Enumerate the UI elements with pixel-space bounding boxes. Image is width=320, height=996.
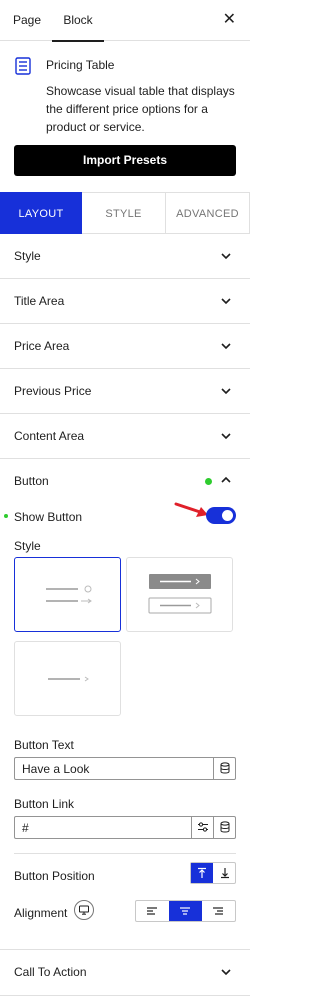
sidebar-tabs: Page Block ✕ xyxy=(0,0,250,42)
align-right-icon xyxy=(213,907,223,915)
panel-title-area[interactable]: Title Area xyxy=(0,279,250,324)
panel-label: Content Area xyxy=(14,429,85,443)
panel-label: Price Area xyxy=(14,339,70,353)
chevron-down-icon xyxy=(221,388,231,395)
pointer-arrow-icon xyxy=(174,502,208,517)
panel-button: Button Show Button Style Button Text Hav… xyxy=(0,459,250,950)
align-center-button[interactable] xyxy=(169,901,202,921)
align-right-button[interactable] xyxy=(202,901,235,921)
import-presets-button[interactable]: Import Presets xyxy=(14,145,236,176)
panel-label: Previous Price xyxy=(14,384,92,398)
align-top-icon xyxy=(198,867,206,878)
panel-content-area[interactable]: Content Area xyxy=(0,414,250,459)
button-link-input[interactable]: # xyxy=(14,816,236,839)
button-link-value: # xyxy=(22,821,29,835)
chevron-down-icon xyxy=(221,433,231,440)
align-center-icon xyxy=(180,907,190,915)
button-text-value: Have a Look xyxy=(22,762,90,776)
position-top-button[interactable] xyxy=(191,863,213,883)
panel-label: Call To Action xyxy=(14,965,87,979)
panel-previous-price[interactable]: Previous Price xyxy=(0,369,250,414)
tab-page[interactable]: Page xyxy=(13,0,41,41)
style-preview-icon xyxy=(46,585,92,604)
show-button-label: Show Button xyxy=(14,510,83,524)
settings-tabs: LAYOUT STYLE ADVANCED xyxy=(0,192,250,234)
align-bottom-icon xyxy=(221,868,229,879)
panel-style[interactable]: Style xyxy=(0,234,250,279)
chevron-down-icon xyxy=(221,343,231,350)
position-bottom-button[interactable] xyxy=(214,863,236,883)
desktop-icon[interactable] xyxy=(74,900,94,920)
panel-call-to-action[interactable]: Call To Action xyxy=(0,950,250,996)
chevron-down-icon xyxy=(221,969,231,976)
dynamic-data-icon[interactable] xyxy=(213,817,235,838)
button-position-label: Button Position xyxy=(14,869,95,883)
chevron-down-icon xyxy=(221,298,231,305)
pricing-table-icon xyxy=(15,57,31,75)
panel-label: Style xyxy=(14,249,41,263)
button-style-option-3[interactable] xyxy=(14,641,121,716)
chevron-down-icon xyxy=(221,253,231,260)
style-preview-icon xyxy=(148,574,212,614)
modified-indicator-dot xyxy=(205,478,212,485)
chevron-up-icon[interactable] xyxy=(221,475,231,485)
tab-advanced[interactable]: ADVANCED xyxy=(166,192,250,234)
panel-price-area[interactable]: Price Area xyxy=(0,324,250,369)
block-description: Showcase visual table that displays the … xyxy=(46,84,235,134)
align-left-button[interactable] xyxy=(136,901,169,921)
button-text-input[interactable]: Have a Look xyxy=(14,757,236,780)
button-style-option-1[interactable] xyxy=(14,557,121,632)
tab-layout[interactable]: LAYOUT xyxy=(0,192,82,234)
panel-label: Title Area xyxy=(14,294,65,308)
style-label: Style xyxy=(14,539,41,553)
block-card: Pricing Table Showcase visual table that… xyxy=(0,42,250,177)
button-text-label: Button Text xyxy=(14,738,74,752)
dynamic-data-icon[interactable] xyxy=(213,758,235,779)
close-icon[interactable]: ✕ xyxy=(223,10,236,30)
button-position-control xyxy=(190,862,236,884)
divider xyxy=(14,853,236,854)
modified-indicator-dot xyxy=(4,514,8,518)
alignment-control xyxy=(135,900,236,922)
tab-style[interactable]: STYLE xyxy=(82,192,166,234)
toggle-knob xyxy=(222,510,233,521)
button-link-label: Button Link xyxy=(14,797,75,811)
alignment-label: Alignment xyxy=(14,906,68,920)
align-left-icon xyxy=(147,907,157,915)
panel-button-title[interactable]: Button xyxy=(14,474,49,488)
block-title: Pricing Table xyxy=(46,58,115,72)
button-style-option-2[interactable] xyxy=(126,557,233,632)
show-button-toggle[interactable] xyxy=(206,507,236,524)
style-preview-icon xyxy=(48,676,89,682)
tab-block[interactable]: Block xyxy=(52,0,104,42)
link-settings-icon[interactable] xyxy=(191,817,213,838)
